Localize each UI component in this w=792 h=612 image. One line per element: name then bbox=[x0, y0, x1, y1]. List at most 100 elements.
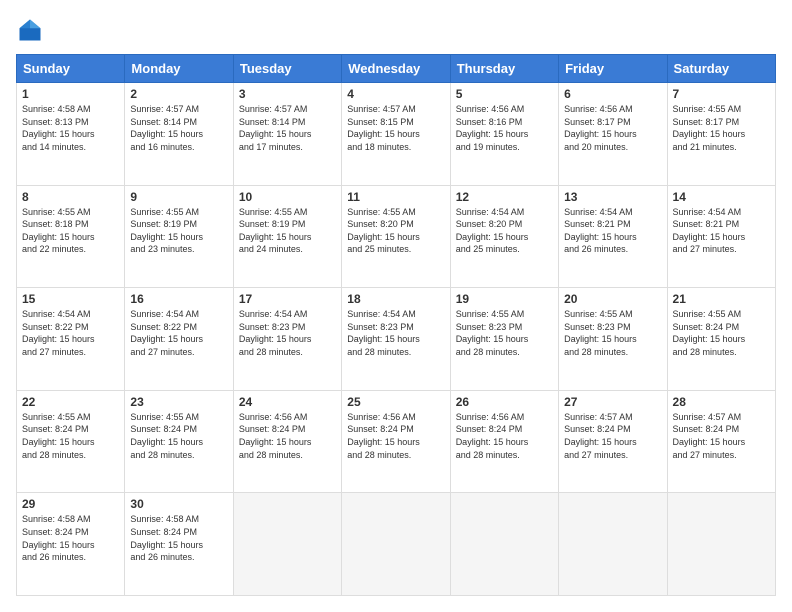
day-info: Sunrise: 4:55 AMSunset: 8:23 PMDaylight:… bbox=[456, 309, 529, 357]
calendar-cell: 4 Sunrise: 4:57 AMSunset: 8:15 PMDaylight… bbox=[342, 83, 450, 186]
day-info: Sunrise: 4:55 AMSunset: 8:24 PMDaylight:… bbox=[22, 412, 95, 460]
calendar-cell bbox=[559, 493, 667, 596]
day-info: Sunrise: 4:57 AMSunset: 8:24 PMDaylight:… bbox=[564, 412, 637, 460]
day-number: 22 bbox=[22, 395, 119, 409]
day-info: Sunrise: 4:58 AMSunset: 8:24 PMDaylight:… bbox=[130, 514, 203, 562]
day-info: Sunrise: 4:57 AMSunset: 8:15 PMDaylight:… bbox=[347, 104, 420, 152]
day-info: Sunrise: 4:58 AMSunset: 8:13 PMDaylight:… bbox=[22, 104, 95, 152]
calendar-cell: 3Sunrise: 4:57 AMSunset: 8:14 PMDaylight… bbox=[233, 83, 341, 186]
day-info: Sunrise: 4:55 AMSunset: 8:23 PMDaylight:… bbox=[564, 309, 637, 357]
calendar-cell: 30 Sunrise: 4:58 AMSunset: 8:24 PMDayligh… bbox=[125, 493, 233, 596]
day-header-saturday: Saturday bbox=[667, 55, 775, 83]
day-number: 29 bbox=[22, 497, 119, 511]
calendar-table: SundayMondayTuesdayWednesdayThursdayFrid… bbox=[16, 54, 776, 596]
calendar-header-row: SundayMondayTuesdayWednesdayThursdayFrid… bbox=[17, 55, 776, 83]
calendar-cell: 17 Sunrise: 4:54 AMSunset: 8:23 PMDayligh… bbox=[233, 288, 341, 391]
day-number: 23 bbox=[130, 395, 227, 409]
day-number: 18 bbox=[347, 292, 444, 306]
day-number: 5 bbox=[456, 87, 553, 101]
logo bbox=[16, 16, 48, 44]
calendar-cell: 25 Sunrise: 4:56 AMSunset: 8:24 PMDayligh… bbox=[342, 390, 450, 493]
day-number: 28 bbox=[673, 395, 770, 409]
day-number: 30 bbox=[130, 497, 227, 511]
calendar-cell: 19 Sunrise: 4:55 AMSunset: 8:23 PMDayligh… bbox=[450, 288, 558, 391]
day-number: 19 bbox=[456, 292, 553, 306]
day-info: Sunrise: 4:54 AMSunset: 8:22 PMDaylight:… bbox=[22, 309, 95, 357]
day-number: 16 bbox=[130, 292, 227, 306]
day-info: Sunrise: 4:54 AMSunset: 8:21 PMDaylight:… bbox=[673, 207, 746, 255]
calendar-cell: 14 Sunrise: 4:54 AMSunset: 8:21 PMDayligh… bbox=[667, 185, 775, 288]
day-header-friday: Friday bbox=[559, 55, 667, 83]
calendar-cell: 2 Sunrise: 4:57 AMSunset: 8:14 PMDaylight… bbox=[125, 83, 233, 186]
day-info: Sunrise: 4:54 AMSunset: 8:21 PMDaylight:… bbox=[564, 207, 637, 255]
day-number: 24 bbox=[239, 395, 336, 409]
day-number: 21 bbox=[673, 292, 770, 306]
day-info: Sunrise: 4:55 AMSunset: 8:19 PMDaylight:… bbox=[239, 207, 312, 255]
day-info: Sunrise: 4:55 AMSunset: 8:19 PMDaylight:… bbox=[130, 207, 203, 255]
day-header-wednesday: Wednesday bbox=[342, 55, 450, 83]
day-number: 14 bbox=[673, 190, 770, 204]
logo-icon bbox=[16, 16, 44, 44]
day-info: Sunrise: 4:55 AMSunset: 8:18 PMDaylight:… bbox=[22, 207, 95, 255]
calendar-week-row: 15 Sunrise: 4:54 AMSunset: 8:22 PMDayligh… bbox=[17, 288, 776, 391]
day-info: Sunrise: 4:54 AMSunset: 8:20 PMDaylight:… bbox=[456, 207, 529, 255]
day-info: Sunrise: 4:55 AMSunset: 8:20 PMDaylight:… bbox=[347, 207, 420, 255]
header bbox=[16, 16, 776, 44]
day-info: Sunrise: 4:55 AMSunset: 8:17 PMDaylight:… bbox=[673, 104, 746, 152]
page: SundayMondayTuesdayWednesdayThursdayFrid… bbox=[0, 0, 792, 612]
calendar-cell: 15 Sunrise: 4:54 AMSunset: 8:22 PMDayligh… bbox=[17, 288, 125, 391]
calendar-cell: 28 Sunrise: 4:57 AMSunset: 8:24 PMDayligh… bbox=[667, 390, 775, 493]
calendar-cell bbox=[450, 493, 558, 596]
calendar-week-row: 22 Sunrise: 4:55 AMSunset: 8:24 PMDayligh… bbox=[17, 390, 776, 493]
day-number: 20 bbox=[564, 292, 661, 306]
day-number: 11 bbox=[347, 190, 444, 204]
calendar-cell: 5Sunrise: 4:56 AMSunset: 8:16 PMDaylight… bbox=[450, 83, 558, 186]
day-info: Sunrise: 4:56 AMSunset: 8:17 PMDaylight:… bbox=[564, 104, 637, 152]
day-number: 13 bbox=[564, 190, 661, 204]
calendar-cell: 24 Sunrise: 4:56 AMSunset: 8:24 PMDayligh… bbox=[233, 390, 341, 493]
calendar-cell bbox=[667, 493, 775, 596]
day-info: Sunrise: 4:54 AMSunset: 8:22 PMDaylight:… bbox=[130, 309, 203, 357]
day-number: 25 bbox=[347, 395, 444, 409]
calendar-cell bbox=[233, 493, 341, 596]
day-number: 26 bbox=[456, 395, 553, 409]
day-info: Sunrise: 4:57 AMSunset: 8:14 PMDaylight:… bbox=[239, 104, 312, 152]
day-info: Sunrise: 4:58 AMSunset: 8:24 PMDaylight:… bbox=[22, 514, 95, 562]
calendar-cell: 11 Sunrise: 4:55 AMSunset: 8:20 PMDayligh… bbox=[342, 185, 450, 288]
day-number: 10 bbox=[239, 190, 336, 204]
day-info: Sunrise: 4:54 AMSunset: 8:23 PMDaylight:… bbox=[239, 309, 312, 357]
day-number: 7 bbox=[673, 87, 770, 101]
day-number: 15 bbox=[22, 292, 119, 306]
calendar-cell: 9 Sunrise: 4:55 AMSunset: 8:19 PMDaylight… bbox=[125, 185, 233, 288]
calendar-cell: 13 Sunrise: 4:54 AMSunset: 8:21 PMDayligh… bbox=[559, 185, 667, 288]
day-number: 1 bbox=[22, 87, 119, 101]
day-info: Sunrise: 4:56 AMSunset: 8:24 PMDaylight:… bbox=[239, 412, 312, 460]
day-number: 17 bbox=[239, 292, 336, 306]
calendar-cell: 29 Sunrise: 4:58 AMSunset: 8:24 PMDayligh… bbox=[17, 493, 125, 596]
calendar-cell: 23 Sunrise: 4:55 AMSunset: 8:24 PMDayligh… bbox=[125, 390, 233, 493]
calendar-week-row: 8 Sunrise: 4:55 AMSunset: 8:18 PMDaylight… bbox=[17, 185, 776, 288]
day-info: Sunrise: 4:55 AMSunset: 8:24 PMDaylight:… bbox=[130, 412, 203, 460]
day-header-tuesday: Tuesday bbox=[233, 55, 341, 83]
day-number: 12 bbox=[456, 190, 553, 204]
calendar-cell: 7 Sunrise: 4:55 AMSunset: 8:17 PMDaylight… bbox=[667, 83, 775, 186]
day-number: 9 bbox=[130, 190, 227, 204]
calendar-cell: 18 Sunrise: 4:54 AMSunset: 8:23 PMDayligh… bbox=[342, 288, 450, 391]
calendar-week-row: 1 Sunrise: 4:58 AMSunset: 8:13 PMDaylight… bbox=[17, 83, 776, 186]
day-info: Sunrise: 4:57 AMSunset: 8:14 PMDaylight:… bbox=[130, 104, 203, 152]
day-info: Sunrise: 4:55 AMSunset: 8:24 PMDaylight:… bbox=[673, 309, 746, 357]
calendar-cell: 22 Sunrise: 4:55 AMSunset: 8:24 PMDayligh… bbox=[17, 390, 125, 493]
calendar-cell: 27Sunrise: 4:57 AMSunset: 8:24 PMDayligh… bbox=[559, 390, 667, 493]
day-number: 8 bbox=[22, 190, 119, 204]
calendar-cell: 21 Sunrise: 4:55 AMSunset: 8:24 PMDayligh… bbox=[667, 288, 775, 391]
calendar-cell: 16 Sunrise: 4:54 AMSunset: 8:22 PMDayligh… bbox=[125, 288, 233, 391]
day-info: Sunrise: 4:57 AMSunset: 8:24 PMDaylight:… bbox=[673, 412, 746, 460]
calendar-cell: 10 Sunrise: 4:55 AMSunset: 8:19 PMDayligh… bbox=[233, 185, 341, 288]
calendar-cell: 12 Sunrise: 4:54 AMSunset: 8:20 PMDayligh… bbox=[450, 185, 558, 288]
day-number: 4 bbox=[347, 87, 444, 101]
day-info: Sunrise: 4:54 AMSunset: 8:23 PMDaylight:… bbox=[347, 309, 420, 357]
day-info: Sunrise: 4:56 AMSunset: 8:24 PMDaylight:… bbox=[347, 412, 420, 460]
day-number: 2 bbox=[130, 87, 227, 101]
day-number: 6 bbox=[564, 87, 661, 101]
calendar-week-row: 29 Sunrise: 4:58 AMSunset: 8:24 PMDayligh… bbox=[17, 493, 776, 596]
